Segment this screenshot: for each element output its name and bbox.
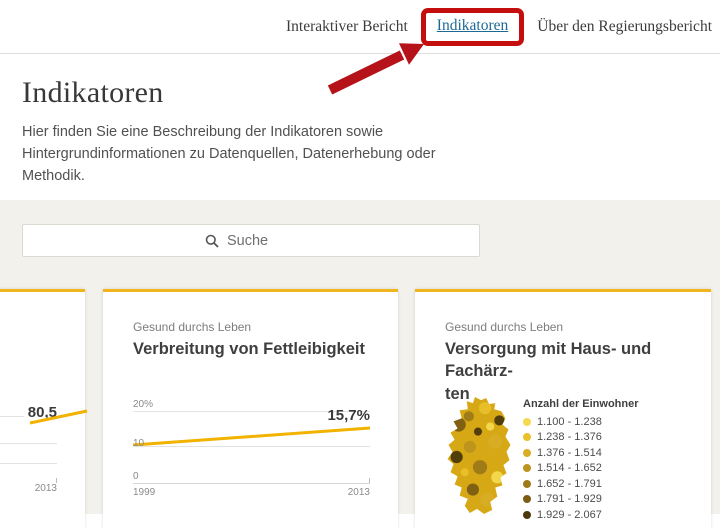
top-navigation-bar: Interaktiver Bericht Indikatoren Über de… (0, 0, 720, 54)
legend-color-dot (523, 510, 531, 519)
card-title: Versorgung mit Haus- und Fachärz- ten (445, 338, 711, 405)
search-input[interactable] (227, 232, 297, 249)
indicator-card-aerzteversorgung[interactable]: Gesund durchs Leben Versorgung mit Haus-… (415, 289, 711, 529)
nav-item-ueber-den-regierungsbericht[interactable]: Über den Regierungsbericht (537, 18, 712, 36)
page-title: Indikatoren (22, 76, 164, 109)
card-category: Gesund durchs Leben (133, 320, 252, 334)
nav-item-interaktiver-bericht[interactable]: Interaktiver Bericht (286, 18, 408, 36)
legend-item: 1.100 - 1.238 (523, 414, 639, 430)
legend-item: 1.929 - 2.067 (523, 507, 639, 523)
legend-item: 1.376 - 1.514 (523, 445, 639, 461)
main-nav: Interaktiver Bericht Indikatoren Über de… (286, 0, 712, 54)
gridline (0, 443, 57, 444)
indicator-card-partial[interactable]: 80,5 2013 (0, 289, 88, 529)
legend-item: 1.791 - 1.929 (523, 492, 639, 508)
card-title-line1: Versorgung mit Haus- und Fachärz- (445, 340, 652, 381)
legend-color-dot (523, 495, 531, 504)
legend-color-dot (523, 479, 531, 488)
nav-item-indikatoren[interactable]: Indikatoren (437, 17, 508, 34)
legend-item: 1.652 - 1.791 (523, 476, 639, 492)
x-axis-label-end: 2013 (347, 487, 370, 498)
y-axis-label-mid: 10 (133, 438, 145, 449)
gridline (0, 463, 57, 464)
trend-line-chart (29, 409, 88, 425)
legend-item: 1.238 - 1.376 (523, 430, 639, 446)
gridline (133, 446, 370, 447)
search-box[interactable] (22, 224, 480, 257)
chart-end-value: 15,7% (327, 407, 370, 424)
annotation-highlight-box: Indikatoren (420, 8, 525, 46)
card-category: Gesund durchs Leben (445, 320, 564, 334)
x-axis-label-start: 1999 (133, 487, 156, 498)
map-legend: Anzahl der Einwohner 1.100 - 1.238 1.238… (523, 398, 639, 523)
gridline (0, 416, 24, 417)
legend-color-dot (523, 433, 531, 442)
x-axis-line (133, 483, 370, 484)
y-axis-label-top: 20% (133, 399, 154, 410)
germany-choropleth-map (447, 397, 511, 514)
y-axis-label-bottom: 0 (133, 471, 139, 482)
search-icon (205, 234, 219, 248)
x-axis-label: 2013 (34, 483, 57, 494)
page-description: Hier finden Sie eine Beschreibung der In… (22, 124, 436, 184)
legend-color-dot (523, 417, 531, 426)
axis-tick (369, 478, 370, 483)
legend-color-dot (523, 464, 531, 473)
indicator-card-fettleibigkeit[interactable]: Gesund durchs Leben Verbreitung von Fett… (103, 289, 398, 529)
card-title: Verbreitung von Fettleibigkeit (133, 340, 365, 358)
legend-item: 1.514 - 1.652 (523, 461, 639, 477)
legend-color-dot (523, 448, 531, 457)
legend-title: Anzahl der Einwohner (523, 398, 639, 410)
